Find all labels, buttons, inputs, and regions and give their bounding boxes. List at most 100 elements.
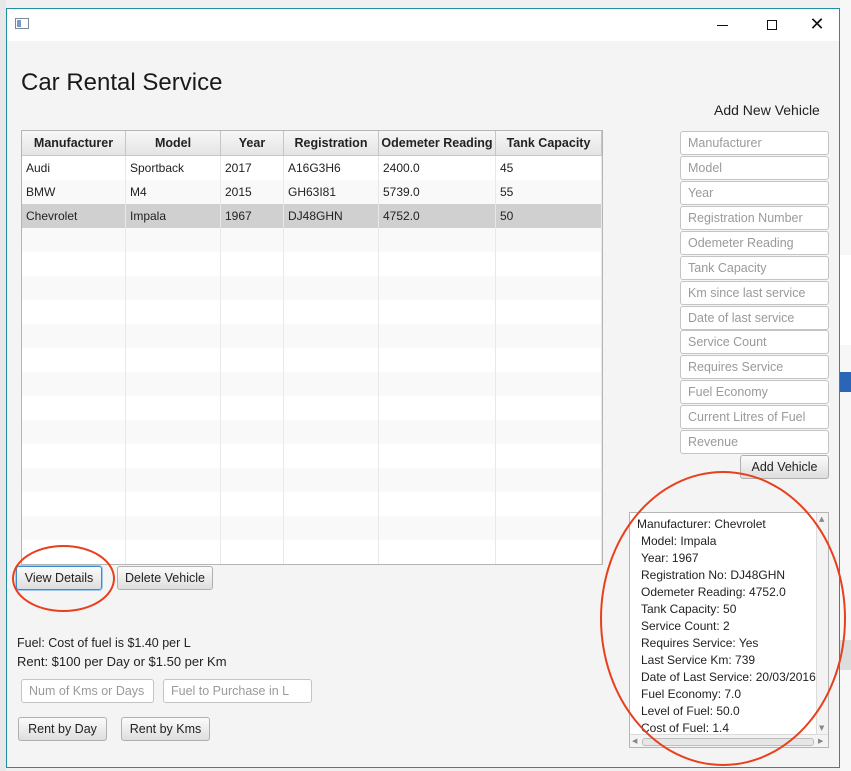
close-button[interactable]: ✕ — [794, 9, 840, 41]
detail-line: Manufacturer: Chevrolet — [637, 517, 766, 531]
maximize-icon — [767, 20, 777, 30]
column-header-year[interactable]: Year — [221, 131, 284, 155]
vehicle-details-panel[interactable]: Manufacturer: Chevrolet Model: Impala Ye… — [629, 512, 829, 748]
column-header-registration[interactable]: Registration — [284, 131, 379, 155]
scroll-right-icon[interactable]: ▶ — [818, 737, 823, 745]
tank-capacity-input[interactable] — [681, 257, 828, 279]
table-cell: Audi — [22, 156, 126, 180]
manufacturer-field[interactable] — [680, 131, 829, 155]
table-row-empty — [22, 252, 602, 276]
vehicle-details-text: Manufacturer: Chevrolet Model: Impala Ye… — [637, 516, 816, 737]
background-window-fragment — [840, 640, 851, 670]
table-cell: Impala — [126, 204, 221, 228]
vehicle-table[interactable]: Manufacturer Model Year Registration Ode… — [21, 130, 603, 565]
table-cell: M4 — [126, 180, 221, 204]
revenue-field[interactable] — [680, 430, 829, 454]
fuel-economy-field[interactable] — [680, 380, 829, 404]
minimize-button[interactable] — [699, 9, 745, 41]
year-input[interactable] — [681, 182, 828, 204]
detail-line: Level of Fuel: 50.0 — [641, 704, 740, 718]
horizontal-scrollbar[interactable]: ◀ ▶ — [630, 734, 828, 747]
app-window: ✕ Car Rental Service Manufacturer Model … — [6, 8, 840, 768]
table-cell: A16G3H6 — [284, 156, 379, 180]
table-cell: Sportback — [126, 156, 221, 180]
rent-cost-info: Rent: $100 per Day or $1.50 per Km — [17, 654, 227, 669]
detail-line: Odemeter Reading: 4752.0 — [641, 585, 786, 599]
column-header-tank-capacity[interactable]: Tank Capacity — [496, 131, 602, 155]
table-row-empty — [22, 372, 602, 396]
table-row-empty — [22, 300, 602, 324]
kms-or-days-field[interactable] — [21, 679, 154, 703]
odometer-field[interactable] — [680, 231, 829, 255]
horizontal-scroll-thumb[interactable] — [642, 738, 814, 746]
date-last-service-input[interactable] — [681, 307, 828, 329]
current-fuel-input[interactable] — [681, 406, 828, 428]
table-row-empty — [22, 396, 602, 420]
table-cell: 2400.0 — [379, 156, 496, 180]
table-row[interactable]: Audi Sportback 2017 A16G3H6 2400.0 45 — [22, 156, 602, 180]
revenue-input[interactable] — [681, 431, 828, 453]
km-since-service-input[interactable] — [681, 282, 828, 304]
detail-line: Fuel Economy: 7.0 — [641, 687, 742, 701]
detail-line: Year: 1967 — [641, 551, 699, 565]
column-header-odometer[interactable]: Odemeter Reading — [379, 131, 496, 155]
view-details-button[interactable]: View Details — [16, 566, 102, 590]
odometer-input[interactable] — [681, 232, 828, 254]
background-window-fragment — [840, 255, 851, 345]
fuel-purchase-field[interactable] — [163, 679, 312, 703]
registration-field[interactable] — [680, 206, 829, 230]
table-cell: 1967 — [221, 204, 284, 228]
registration-input[interactable] — [681, 207, 828, 229]
table-row-empty — [22, 276, 602, 300]
table-header: Manufacturer Model Year Registration Ode… — [22, 131, 602, 156]
year-field[interactable] — [680, 181, 829, 205]
service-count-field[interactable] — [680, 330, 829, 354]
requires-service-input[interactable] — [681, 356, 828, 378]
tank-capacity-field[interactable] — [680, 256, 829, 280]
table-row-empty — [22, 348, 602, 372]
table-row-empty — [22, 444, 602, 468]
delete-vehicle-button[interactable]: Delete Vehicle — [117, 566, 213, 590]
table-row-selected[interactable]: Chevrolet Impala 1967 DJ48GHN 4752.0 50 — [22, 204, 602, 228]
requires-service-field[interactable] — [680, 355, 829, 379]
add-vehicle-button[interactable]: Add Vehicle — [740, 455, 829, 479]
column-header-model[interactable]: Model — [126, 131, 221, 155]
model-field[interactable] — [680, 156, 829, 180]
detail-line: Model: Impala — [641, 534, 717, 548]
table-row-empty — [22, 468, 602, 492]
scroll-left-icon[interactable]: ◀ — [632, 737, 637, 745]
table-cell: 5739.0 — [379, 180, 496, 204]
manufacturer-input[interactable] — [681, 132, 828, 154]
model-input[interactable] — [681, 157, 828, 179]
table-body: Audi Sportback 2017 A16G3H6 2400.0 45 BM… — [22, 156, 602, 564]
current-fuel-field[interactable] — [680, 405, 829, 429]
table-row[interactable]: BMW M4 2015 GH63I81 5739.0 55 — [22, 180, 602, 204]
detail-line: Requires Service: Yes — [641, 636, 759, 650]
app-icon — [15, 18, 29, 29]
minimize-icon — [716, 24, 728, 26]
table-row-empty — [22, 492, 602, 516]
kms-or-days-input[interactable] — [22, 680, 153, 702]
km-since-service-field[interactable] — [680, 281, 829, 305]
detail-line: Service Count: 2 — [641, 619, 730, 633]
rent-by-kms-button[interactable]: Rent by Kms — [121, 717, 210, 741]
add-vehicle-heading: Add New Vehicle — [714, 102, 820, 118]
scroll-down-icon[interactable]: ▼ — [819, 724, 824, 732]
table-row-empty — [22, 324, 602, 348]
detail-line: Tank Capacity: 50 — [641, 602, 737, 616]
maximize-button[interactable] — [749, 9, 795, 41]
column-header-manufacturer[interactable]: Manufacturer — [22, 131, 126, 155]
fuel-economy-input[interactable] — [681, 381, 828, 403]
detail-line: Last Service Km: 739 — [641, 653, 756, 667]
page-title: Car Rental Service — [21, 69, 223, 96]
vertical-scrollbar[interactable]: ▲ ▼ — [816, 513, 828, 735]
rent-by-day-button[interactable]: Rent by Day — [18, 717, 107, 741]
date-last-service-field[interactable] — [680, 306, 829, 330]
table-row-empty — [22, 228, 602, 252]
service-count-input[interactable] — [681, 331, 828, 353]
fuel-purchase-input[interactable] — [164, 680, 311, 702]
close-icon: ✕ — [809, 14, 825, 35]
table-cell: 45 — [496, 156, 602, 180]
table-cell: GH63I81 — [284, 180, 379, 204]
scroll-up-icon[interactable]: ▲ — [819, 515, 824, 523]
